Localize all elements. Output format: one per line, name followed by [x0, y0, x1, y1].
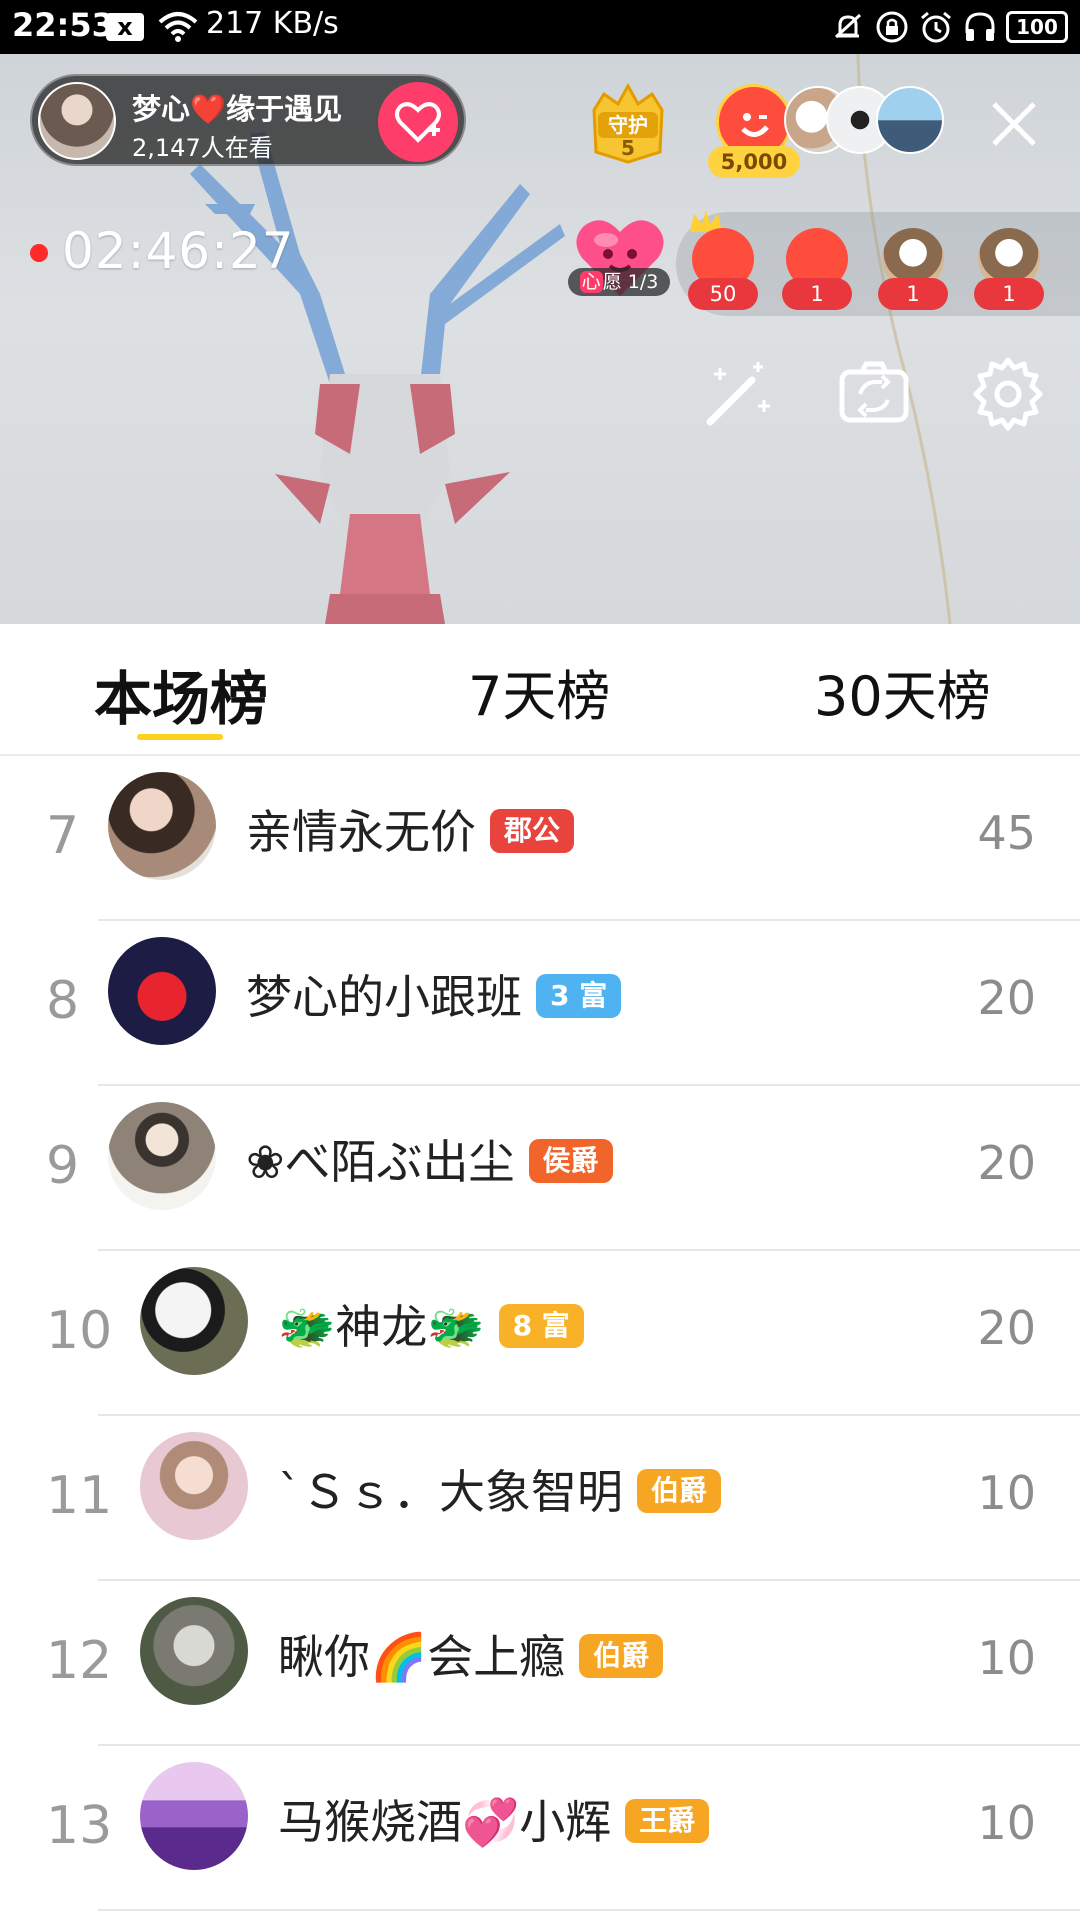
gifter-count: 50	[688, 278, 758, 310]
user-avatar[interactable]	[108, 1102, 216, 1210]
rank-title-badge: 侯爵	[528, 1138, 613, 1183]
user-name: ˋＳｓ．大象智明 伯爵	[278, 1456, 722, 1522]
rank-number: 11	[46, 1466, 113, 1526]
host-info-pill[interactable]: 梦心❤️缘于遇见 2,147人在看	[30, 74, 466, 166]
viewer-avatar[interactable]	[876, 86, 944, 154]
user-avatar[interactable]	[108, 772, 216, 880]
user-avatar[interactable]	[140, 1762, 248, 1870]
host-viewer-count: 2,147人在看	[132, 134, 273, 162]
leaderboard-row[interactable]: 11 ˋＳｓ．大象智明 伯爵 10	[0, 1416, 1080, 1581]
gifter-item[interactable]: 1	[782, 228, 852, 310]
user-name: 梦心的小跟班 3 富	[246, 961, 622, 1027]
live-video-area[interactable]: 梦心❤️缘于遇见 2,147人在看 守护 5 5,000 02:46:27 心 …	[0, 54, 1080, 624]
mute-bell-icon	[834, 13, 862, 39]
battery-indicator: 100	[1006, 11, 1068, 43]
leaderboard-row[interactable]: 8 梦心的小跟班 3 富 20	[0, 921, 1080, 1086]
network-speed: 217 KB/s	[206, 6, 339, 41]
row-divider	[98, 1909, 1080, 1911]
rank-number: 10	[46, 1301, 113, 1361]
rank-number: 8	[46, 971, 80, 1031]
active-tab-indicator	[137, 734, 223, 740]
user-name: 🐲神龙🐲 8 富	[278, 1291, 584, 1357]
beauty-magic-wand-icon[interactable]	[698, 354, 778, 434]
rank-title-badge: 3 富	[536, 973, 622, 1018]
user-score: 10	[977, 1796, 1036, 1850]
live-duration-timer: 02:46:27	[62, 222, 295, 280]
gifter-item[interactable]: 1	[878, 228, 948, 310]
user-score: 10	[977, 1466, 1036, 1520]
recording-dot-icon	[30, 244, 48, 262]
user-avatar[interactable]	[140, 1267, 248, 1375]
user-name: 瞅你🌈会上瘾 伯爵	[278, 1621, 664, 1687]
wish-progress-label[interactable]: 心愿 1/3	[568, 268, 670, 296]
host-name: 梦心❤️缘于遇见	[132, 92, 343, 126]
user-score: 20	[977, 1136, 1036, 1190]
tab-30-days[interactable]: 30天榜	[814, 652, 991, 731]
gifter-count: 1	[782, 278, 852, 310]
rank-number: 12	[46, 1631, 113, 1691]
user-name: 亲情永无价 郡公	[246, 796, 575, 862]
leaderboard-row[interactable]: 7 亲情永无价 郡公 45	[0, 756, 1080, 921]
leaderboard-row[interactable]: 12 瞅你🌈会上瘾 伯爵 10	[0, 1581, 1080, 1746]
leaderboard-row[interactable]: 10 🐲神龙🐲 8 富 20	[0, 1251, 1080, 1416]
wish-heart-icon[interactable]	[568, 204, 672, 314]
tab-7-days[interactable]: 7天榜	[468, 652, 610, 731]
gifter-count: 1	[878, 278, 948, 310]
rank-title-badge: 郡公	[490, 808, 575, 853]
guard-label: 守护	[608, 113, 648, 137]
leaderboard-list[interactable]: 7 亲情永无价 郡公 45 8 梦心的小跟班 3 富 20 9 ❀べ陌ぶ出尘 侯爵 2…	[0, 756, 1080, 1920]
rank-title-badge: 8 富	[498, 1303, 584, 1348]
guard-count: 5	[621, 136, 635, 160]
follow-heart-button[interactable]	[378, 82, 458, 162]
host-avatar[interactable]	[38, 82, 116, 160]
leaderboard-row[interactable]: 13 马猴烧酒💞小辉 王爵 10	[0, 1746, 1080, 1911]
settings-gear-icon[interactable]	[968, 354, 1048, 434]
user-name: 马猴烧酒💞小辉 王爵	[278, 1786, 710, 1852]
rank-number: 13	[46, 1796, 113, 1856]
lock-rotation-icon	[876, 11, 908, 43]
wish-progress-text: 愿 1/3	[602, 271, 659, 293]
status-bar: 22:53 x 217 KB/s 100	[0, 0, 1080, 54]
user-name: ❀べ陌ぶ出尘 侯爵	[246, 1126, 613, 1192]
gifter-count: 1	[974, 278, 1044, 310]
leaderboard-tabs: 本场榜 7天榜 30天榜	[0, 624, 1080, 756]
user-score: 20	[977, 1301, 1036, 1355]
rank-title-badge: 王爵	[625, 1798, 710, 1843]
gifter-item[interactable]: 50	[688, 228, 758, 310]
notification-x-icon: x	[106, 13, 144, 41]
user-score: 10	[977, 1631, 1036, 1685]
wifi-icon	[158, 12, 198, 42]
rank-number: 7	[46, 806, 80, 866]
wish-xin-tag: 心	[579, 271, 603, 293]
user-avatar[interactable]	[108, 937, 216, 1045]
tab-this-session[interactable]: 本场榜	[94, 652, 268, 736]
status-time: 22:53	[12, 6, 114, 44]
heart-plus-icon	[395, 102, 441, 143]
flip-camera-icon[interactable]	[834, 354, 914, 434]
user-score: 45	[977, 806, 1036, 860]
user-score: 20	[977, 971, 1036, 1025]
rank-title-badge: 伯爵	[637, 1468, 722, 1513]
user-avatar[interactable]	[140, 1597, 248, 1705]
headphones-icon	[965, 12, 995, 41]
close-icon[interactable]	[984, 94, 1044, 154]
user-avatar[interactable]	[140, 1432, 248, 1540]
guard-badge[interactable]: 守护 5	[584, 82, 672, 164]
rank-title-badge: 伯爵	[579, 1633, 664, 1678]
rank-number: 9	[46, 1136, 80, 1196]
gifter-item[interactable]: 1	[974, 228, 1044, 310]
alarm-icon	[921, 11, 951, 43]
leaderboard-row[interactable]: 9 ❀べ陌ぶ出尘 侯爵 20	[0, 1086, 1080, 1251]
top-contribution-amount: 5,000	[708, 146, 800, 178]
